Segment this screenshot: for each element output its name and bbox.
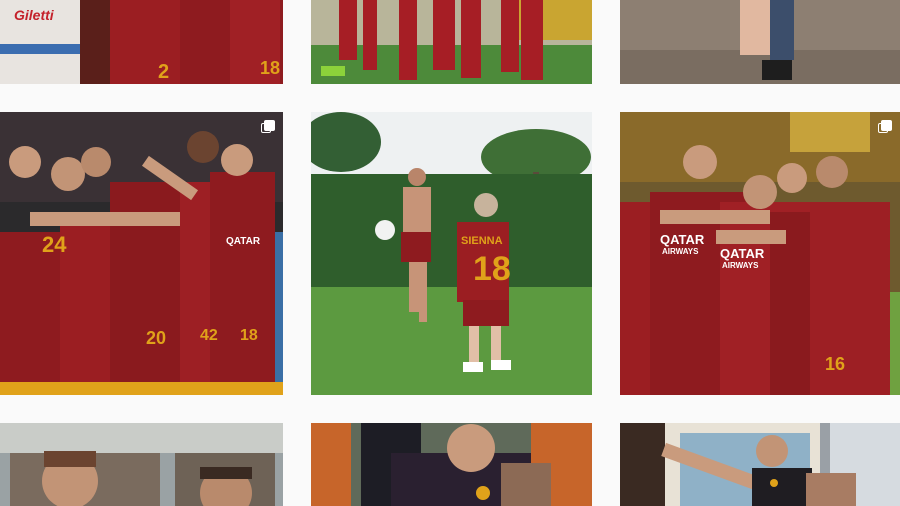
jersey-number: 2 bbox=[158, 61, 169, 83]
post-image-6: QATAR AIRWAYS QATAR AIRWAYS 16 bbox=[620, 112, 900, 395]
post-tile-1[interactable]: Giletti 2 18 bbox=[0, 0, 283, 84]
post-image-9 bbox=[620, 423, 900, 506]
jersey-number: 24 bbox=[42, 232, 67, 257]
sponsor-text: QATAR bbox=[720, 246, 765, 261]
post-image-4: 24 20 42 18 QATAR bbox=[0, 112, 283, 395]
post-image-3 bbox=[620, 0, 900, 84]
jersey-number: 18 bbox=[240, 327, 258, 344]
post-image-1: Giletti 2 18 bbox=[0, 0, 283, 84]
sponsor-text: QATAR bbox=[660, 232, 705, 247]
jersey-number: 42 bbox=[200, 327, 218, 344]
post-tile-7[interactable] bbox=[0, 423, 283, 506]
post-image-2 bbox=[311, 0, 592, 84]
jersey-number: 18 bbox=[260, 58, 280, 78]
carousel-icon bbox=[878, 120, 892, 134]
sponsor-text: AIRWAYS bbox=[722, 261, 759, 270]
post-image-7 bbox=[0, 423, 283, 506]
carousel-icon bbox=[261, 120, 275, 134]
post-tile-8[interactable] bbox=[311, 423, 592, 506]
jersey-sponsor-text: Giletti bbox=[14, 7, 55, 23]
shirt-name: SIENNA bbox=[461, 235, 503, 247]
post-image-8 bbox=[311, 423, 592, 506]
shirt-number: 18 bbox=[473, 250, 511, 288]
post-tile-4[interactable]: 24 20 42 18 QATAR bbox=[0, 112, 283, 395]
post-grid: Giletti 2 18 24 20 42 18 QATAR SIENNA 18… bbox=[0, 0, 900, 506]
post-tile-2[interactable] bbox=[311, 0, 592, 84]
post-tile-3[interactable] bbox=[620, 0, 900, 84]
jersey-number: 20 bbox=[146, 328, 166, 348]
sponsor-text: AIRWAYS bbox=[662, 247, 699, 256]
post-tile-5[interactable]: SIENNA 18 bbox=[311, 112, 592, 395]
jersey-number: 16 bbox=[825, 354, 845, 374]
post-tile-9[interactable] bbox=[620, 423, 900, 506]
sponsor-text: QATAR bbox=[226, 236, 261, 247]
post-tile-6[interactable]: QATAR AIRWAYS QATAR AIRWAYS 16 bbox=[620, 112, 900, 395]
post-image-5: SIENNA 18 bbox=[311, 112, 592, 395]
